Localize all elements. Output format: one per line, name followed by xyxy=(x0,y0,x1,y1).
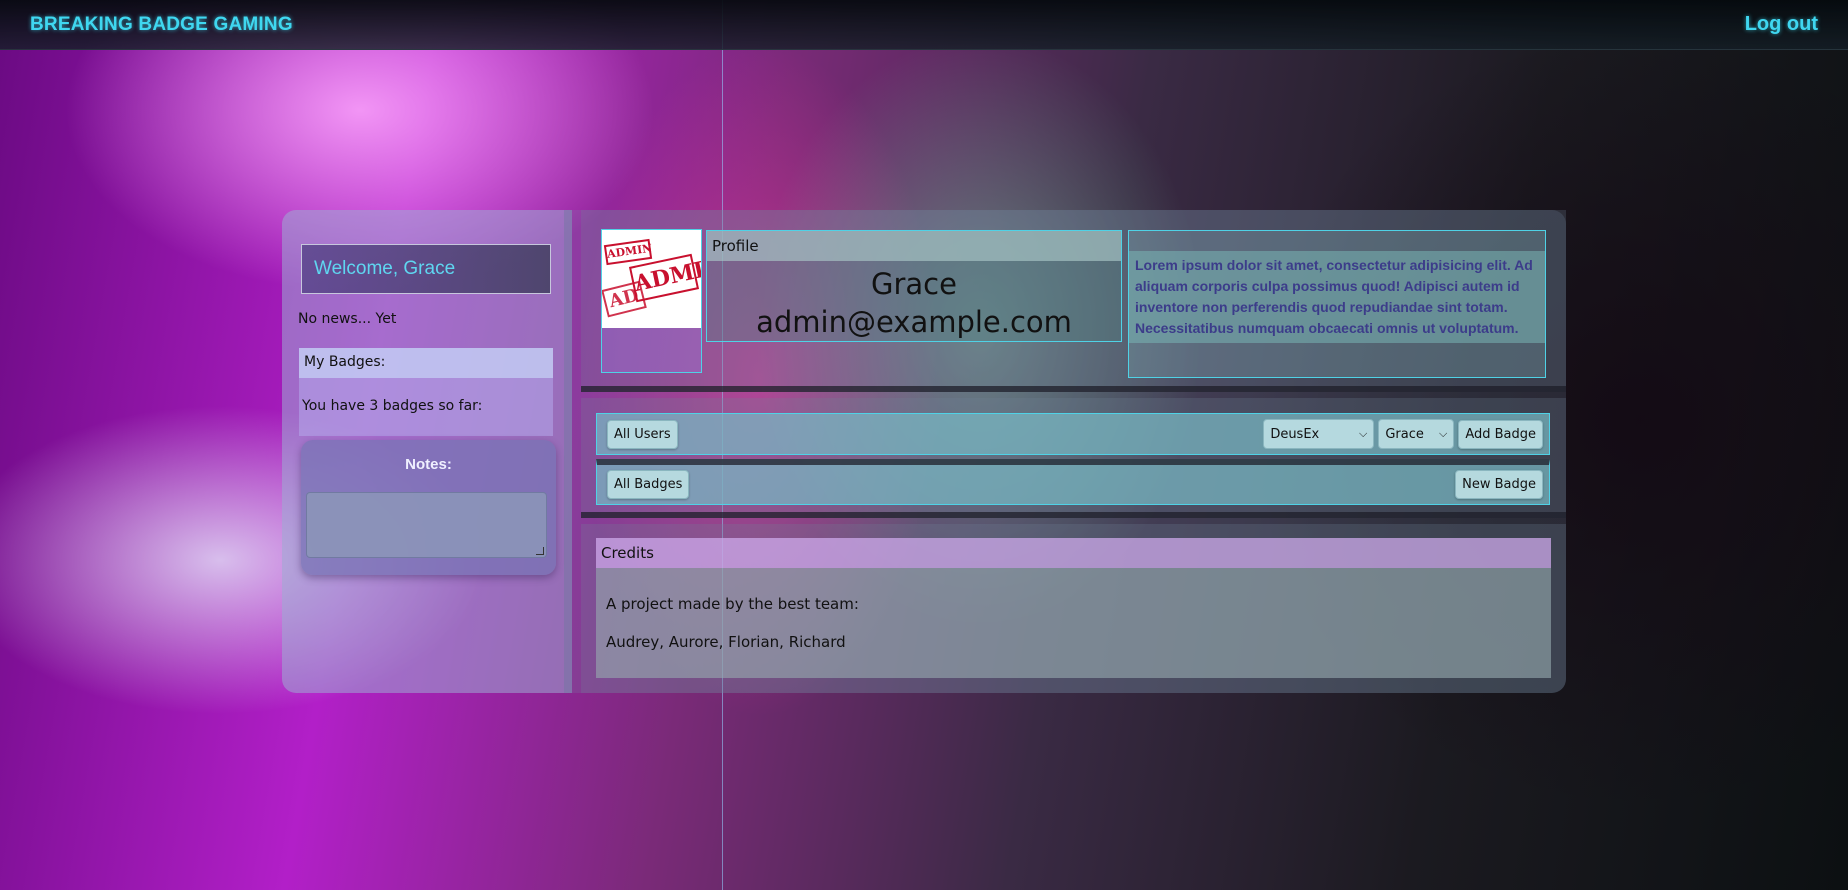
profile-header: Profile xyxy=(707,231,1121,261)
admin-stamp-small: ADMIN xyxy=(603,238,653,266)
game-select[interactable]: DeusEx ⌵ xyxy=(1263,419,1375,449)
notes-panel: Notes: xyxy=(301,440,556,575)
notes-title: Notes: xyxy=(405,456,452,473)
notes-textarea[interactable] xyxy=(306,492,547,558)
bio-text: Lorem ipsum dolor sit amet, consectetur … xyxy=(1129,251,1545,343)
admin-stamp-large: ADMIN xyxy=(628,253,701,303)
chevron-down-icon: ⌵ xyxy=(1358,427,1368,440)
profile-name: Grace xyxy=(871,267,957,301)
my-badges-header: My Badges: xyxy=(299,348,553,378)
credits-team: Audrey, Aurore, Florian, Richard xyxy=(606,633,846,651)
badges-action-row: All Badges New Badge xyxy=(596,459,1550,505)
new-badge-button[interactable]: New Badge xyxy=(1455,470,1543,499)
credits-header: Credits xyxy=(596,538,1551,568)
all-users-button[interactable]: All Users xyxy=(607,419,678,449)
game-select-value: DeusEx xyxy=(1270,426,1320,442)
bio-card: Lorem ipsum dolor sit amet, consectetur … xyxy=(1128,230,1546,378)
users-action-row: All Users DeusEx ⌵ Grace ⌵ Add Badge xyxy=(596,413,1550,455)
top-navbar: BREAKING BADGE GAMING Log out xyxy=(0,0,1848,50)
credits-body: A project made by the best team: Audrey,… xyxy=(596,568,1551,678)
all-badges-button[interactable]: All Badges xyxy=(607,470,690,499)
resize-handle-icon[interactable] xyxy=(536,547,544,555)
profile-card: Profile Grace admin@example.com xyxy=(706,230,1122,342)
add-badge-button[interactable]: Add Badge xyxy=(1458,419,1543,449)
admin-stamp-image: ADMIN AD ADMIN xyxy=(602,230,701,328)
user-select[interactable]: Grace ⌵ xyxy=(1378,419,1455,449)
avatar-card: ADMIN AD ADMIN xyxy=(601,229,702,373)
badges-count-text: You have 3 badges so far: xyxy=(299,378,553,436)
profile-email: admin@example.com xyxy=(756,305,1072,339)
credits-intro: A project made by the best team: xyxy=(606,595,859,613)
welcome-banner: Welcome, Grace xyxy=(301,244,551,294)
logout-link[interactable]: Log out xyxy=(1745,13,1818,36)
chevron-down-icon: ⌵ xyxy=(1438,427,1448,440)
user-select-value: Grace xyxy=(1385,426,1424,442)
news-text: No news... Yet xyxy=(298,311,397,327)
brand-logo-text[interactable]: BREAKING BADGE GAMING xyxy=(30,14,293,36)
